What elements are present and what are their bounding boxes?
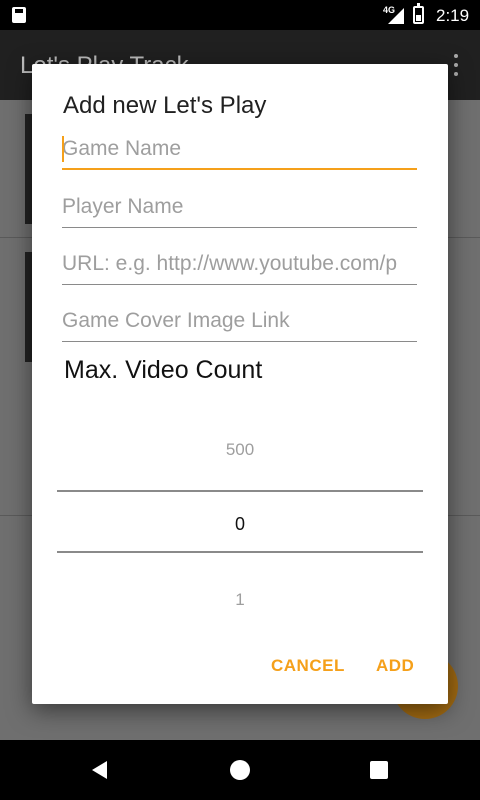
max-video-count-label: Max. Video Count xyxy=(64,356,263,384)
player-name-field[interactable] xyxy=(62,186,417,228)
game-cover-field[interactable] xyxy=(62,300,417,342)
battery-icon xyxy=(413,3,424,24)
cancel-button[interactable]: CANCEL xyxy=(271,656,345,676)
add-lets-play-dialog: Add new Let's Play Max. Video Count 500 … xyxy=(32,64,448,704)
picker-divider-top xyxy=(57,490,423,492)
recents-icon[interactable] xyxy=(370,761,388,779)
video-count-picker[interactable]: 500 0 1 xyxy=(57,419,423,619)
player-name-input[interactable] xyxy=(62,192,417,222)
game-name-field[interactable] xyxy=(62,128,417,170)
dialog-title: Add new Let's Play xyxy=(63,92,267,119)
picker-divider-bottom xyxy=(57,551,423,553)
picker-value-selected[interactable]: 0 xyxy=(57,514,423,535)
game-cover-input[interactable] xyxy=(62,306,417,336)
picker-value-below[interactable]: 1 xyxy=(57,590,423,610)
home-icon[interactable] xyxy=(230,760,250,780)
status-clock: 2:19 xyxy=(436,6,470,25)
add-button[interactable]: ADD xyxy=(376,656,414,676)
overflow-menu-icon[interactable] xyxy=(454,54,458,76)
game-name-input[interactable] xyxy=(62,134,417,164)
signal-icon xyxy=(388,8,404,24)
url-input[interactable] xyxy=(62,249,417,279)
url-field[interactable] xyxy=(62,243,417,285)
text-cursor xyxy=(62,136,64,162)
sd-card-icon xyxy=(12,7,26,23)
back-icon[interactable] xyxy=(92,761,107,779)
navigation-bar xyxy=(0,740,480,800)
picker-value-above[interactable]: 500 xyxy=(57,440,423,460)
status-bar: 4G 2:19 xyxy=(0,0,480,30)
